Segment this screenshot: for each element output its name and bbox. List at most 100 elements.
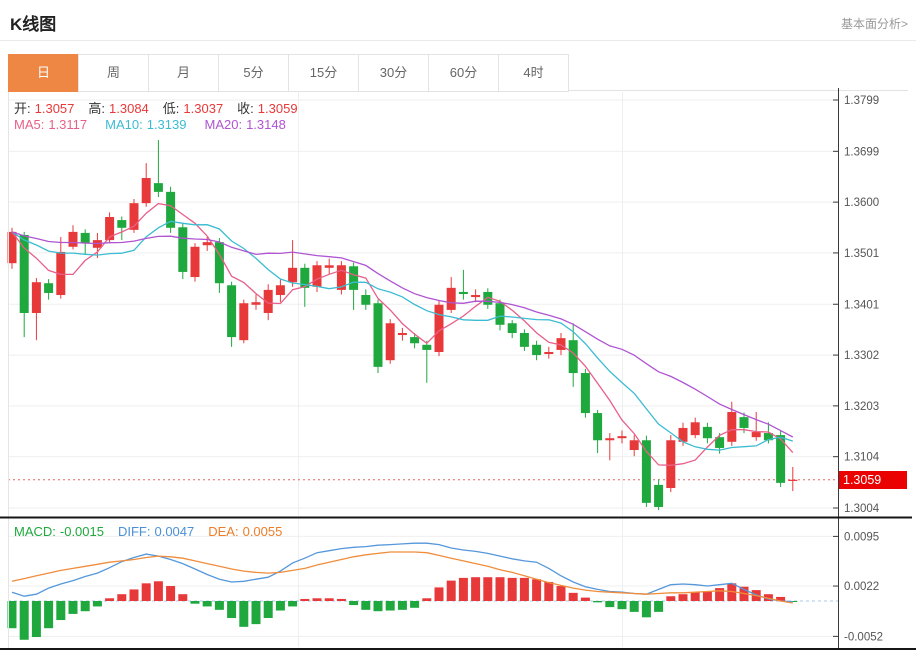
candle-body: [386, 323, 395, 360]
macd-hist-bar: [337, 599, 346, 601]
candles: [8, 140, 798, 510]
macd-hist-bar: [630, 601, 639, 612]
macd-hist-bar: [325, 598, 334, 601]
dea-label: DEA:: [208, 524, 238, 539]
axis-tick-label: 1.3501: [844, 248, 879, 260]
macd-hist-bar: [69, 601, 78, 614]
macd-hist-bar: [654, 601, 663, 612]
candle-body: [227, 285, 236, 337]
axis-tick-label: 0.0022: [844, 581, 879, 593]
candle-body: [422, 345, 431, 350]
axis-tick-label: 1.3104: [844, 452, 880, 464]
ohlc-readout: 开:1.3057高:1.3084低:1.3037收:1.3059: [14, 98, 312, 117]
candle-body: [374, 303, 383, 367]
diff-value: 0.0047: [154, 524, 194, 539]
candle-body: [752, 432, 761, 437]
macd-hist-bar: [471, 577, 480, 601]
macd-hist-bar: [117, 594, 126, 601]
candle-body: [117, 220, 126, 228]
candle-body: [361, 295, 370, 305]
ma-readout: MA5:1.3117MA10:1.3139MA20:1.3148: [14, 117, 304, 132]
macd-hist-bar: [483, 577, 492, 601]
axis-tick-label: 1.3004: [844, 503, 880, 515]
candle-body: [520, 333, 529, 347]
macd-hist-bar: [605, 601, 614, 607]
macd-panel: [8, 543, 839, 640]
candle-body: [410, 337, 419, 343]
close-label: 收:: [237, 101, 254, 116]
macd-hist-bar: [203, 601, 212, 606]
last-price-tag: 1.3059: [839, 471, 907, 489]
candle-body: [349, 266, 358, 290]
axis-tick-label: 1.3699: [844, 146, 879, 158]
high-value: 1.3084: [109, 101, 149, 116]
axis-tick-label: 1.3203: [844, 401, 879, 413]
macd-hist-bar: [239, 601, 248, 627]
macd-hist-bar: [81, 601, 90, 611]
candle-body: [398, 333, 407, 335]
open-label: 开:: [14, 101, 31, 116]
candle-body: [508, 323, 517, 333]
macd-hist-bar: [288, 601, 297, 606]
macd-hist-bar: [227, 601, 236, 618]
candle-body: [252, 302, 261, 305]
macd-hist-bar: [557, 586, 566, 601]
macd-hist-bar: [459, 578, 468, 601]
candle-body: [215, 242, 224, 283]
ma10-label: MA10:: [105, 117, 143, 132]
macd-hist-bar: [520, 578, 529, 601]
macd-hist-bar: [349, 601, 358, 605]
macd-hist-bar: [642, 601, 651, 617]
candle-body: [81, 233, 90, 243]
macd-hist-bar: [20, 601, 29, 640]
macd-hist-bar: [215, 601, 224, 610]
candle-body: [32, 282, 41, 313]
ma5-label: MA5:: [14, 117, 44, 132]
candle-body: [642, 440, 651, 503]
macd-hist-bar: [569, 593, 578, 601]
candle-body: [191, 247, 200, 277]
axes: 1.37991.36991.36001.35011.34011.33021.32…: [0, 88, 916, 649]
macd-label: MACD:: [14, 524, 56, 539]
axis-tick-label: -0.0052: [844, 631, 883, 643]
macd-hist-bar: [56, 601, 65, 620]
axis-tick-label: 1.3401: [844, 299, 879, 311]
macd-hist-bar: [361, 601, 370, 610]
candle-body: [788, 480, 797, 481]
macd-hist-bar: [398, 601, 407, 610]
macd-hist-bar: [264, 601, 273, 618]
macd-hist-bar: [130, 589, 139, 601]
macd-hist-bar: [410, 601, 419, 608]
macd-hist-bar: [142, 583, 151, 601]
candle-body: [593, 413, 602, 440]
candle-body: [203, 242, 212, 245]
candle-body: [544, 352, 553, 354]
ma10-value: 1.3139: [147, 117, 187, 132]
macd-hist-bar: [691, 592, 700, 601]
macd-hist-bar: [300, 599, 309, 601]
candle-body: [325, 265, 334, 268]
macd-hist-bar: [105, 598, 114, 601]
dea-line: [12, 552, 793, 603]
candle-body: [740, 417, 749, 428]
candle-body: [239, 303, 248, 340]
macd-hist-bar: [154, 581, 163, 601]
macd-hist-bar: [508, 578, 517, 601]
dea-value: 0.0055: [243, 524, 283, 539]
axis-tick-label: 1.3799: [844, 95, 879, 107]
candle-body: [605, 438, 614, 440]
macd-hist-bar: [435, 587, 444, 601]
candle-body: [447, 288, 456, 310]
candle-body: [459, 292, 468, 294]
candle-body: [20, 235, 29, 313]
candle-body: [618, 436, 627, 438]
candle-body: [142, 178, 151, 203]
ma5-value: 1.3117: [48, 117, 87, 132]
axis-tick-label: 0.0095: [844, 531, 879, 543]
open-value: 1.3057: [35, 101, 75, 116]
macd-hist-bar: [703, 591, 712, 601]
candle-body: [630, 440, 639, 450]
macd-hist-bar: [422, 598, 431, 601]
macd-hist-bar: [276, 601, 285, 611]
macd-hist-bar: [252, 601, 261, 624]
